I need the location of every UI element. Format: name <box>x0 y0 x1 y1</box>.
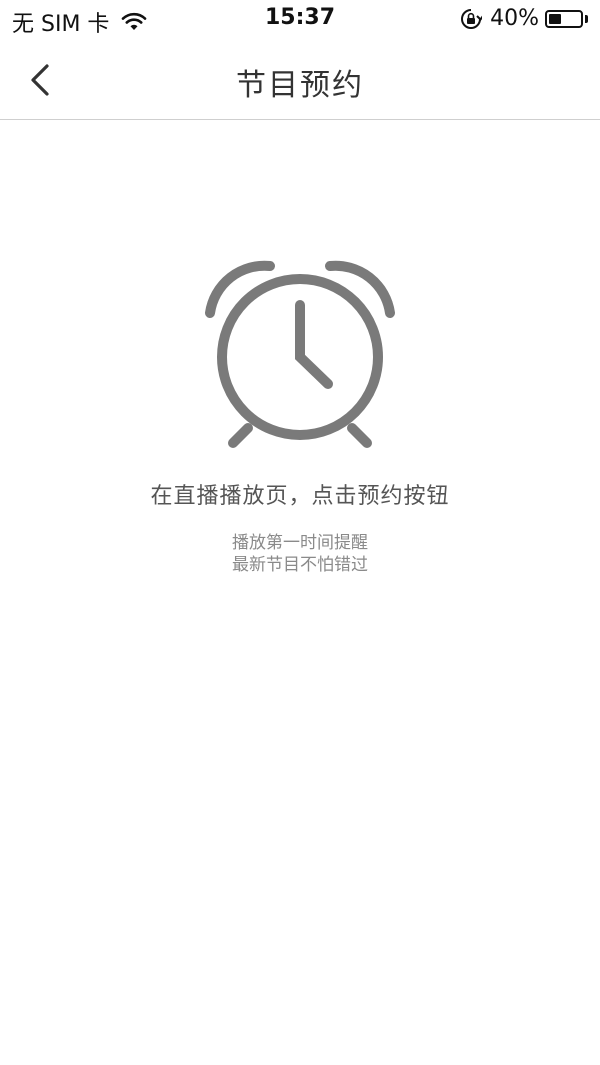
empty-state: 在直播播放页，点击预约按钮 播放第一时间提醒 最新节目不怕错过 <box>0 250 600 576</box>
battery-icon <box>545 9 583 28</box>
empty-state-line-2: 最新节目不怕错过 <box>232 555 368 575</box>
empty-state-line-1: 播放第一时间提醒 <box>232 533 368 553</box>
app-screen: 无 SIM 卡 15:37 40% 节目预约 在直播播放页，点击预约按钮 播放第… <box>0 0 600 1065</box>
alarm-clock-icon <box>205 260 395 448</box>
status-bar: 无 SIM 卡 15:37 40% <box>0 0 600 40</box>
empty-state-headline: 在直播播放页，点击预约按钮 <box>150 484 450 509</box>
battery-nub <box>585 14 588 23</box>
orientation-lock-icon <box>461 8 483 29</box>
status-indicators: 40% <box>460 6 588 31</box>
battery-fill <box>549 13 561 24</box>
battery-percent: 40% <box>490 6 539 31</box>
empty-state-description: 播放第一时间提醒 最新节目不怕错过 <box>0 532 600 576</box>
page-title: 节目预约 <box>236 68 364 103</box>
nav-bar: 节目预约 <box>0 40 600 120</box>
